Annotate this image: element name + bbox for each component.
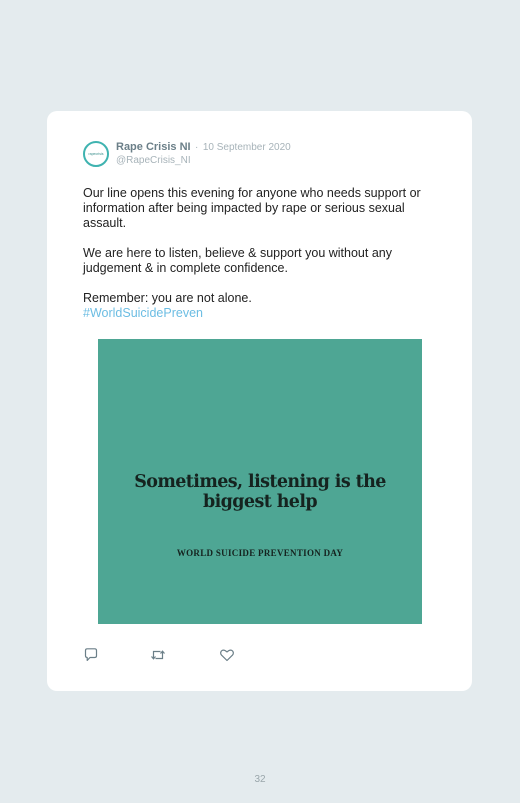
page-number: 32 [254, 774, 266, 785]
like-button[interactable] [219, 647, 235, 663]
meta-separator: · [195, 142, 199, 153]
heart-icon [220, 649, 234, 662]
tweet-date: 10 September 2020 [202, 142, 291, 153]
tweet-card: rapecrisis Rape Crisis NI · 10 September… [47, 111, 472, 691]
tweet-paragraph: Remember: you are not alone. [83, 291, 252, 305]
hashtag-link[interactable]: #WorldSuicidePreven [83, 306, 438, 321]
reply-icon [84, 648, 98, 661]
avatar[interactable]: rapecrisis [83, 141, 109, 167]
retweet-icon [151, 650, 165, 660]
tweet-paragraph: We are here to listen, believe & support… [83, 246, 392, 275]
media-title: Sometimes, listening is the biggest help [134, 472, 386, 512]
media-subtitle: WORLD SUICIDE PREVENTION DAY [176, 548, 344, 558]
author-name[interactable]: Rape Crisis NI [116, 141, 191, 153]
tweet-body: Our line opens this evening for anyone w… [83, 186, 438, 321]
author-handle[interactable]: @RapeCrisis_NI [116, 154, 291, 167]
retweet-button[interactable] [150, 647, 166, 663]
tweet-paragraph: Our line opens this evening for anyone w… [83, 186, 421, 230]
tweet-meta: Rape Crisis NI · 10 September 2020 @Rape… [116, 139, 291, 167]
tweet-header: rapecrisis Rape Crisis NI · 10 September… [83, 139, 291, 171]
reply-button[interactable] [83, 647, 99, 663]
avatar-logo-text: rapecrisis [88, 152, 104, 156]
tweet-media-image[interactable]: Sometimes, listening is the biggest help… [98, 339, 422, 624]
